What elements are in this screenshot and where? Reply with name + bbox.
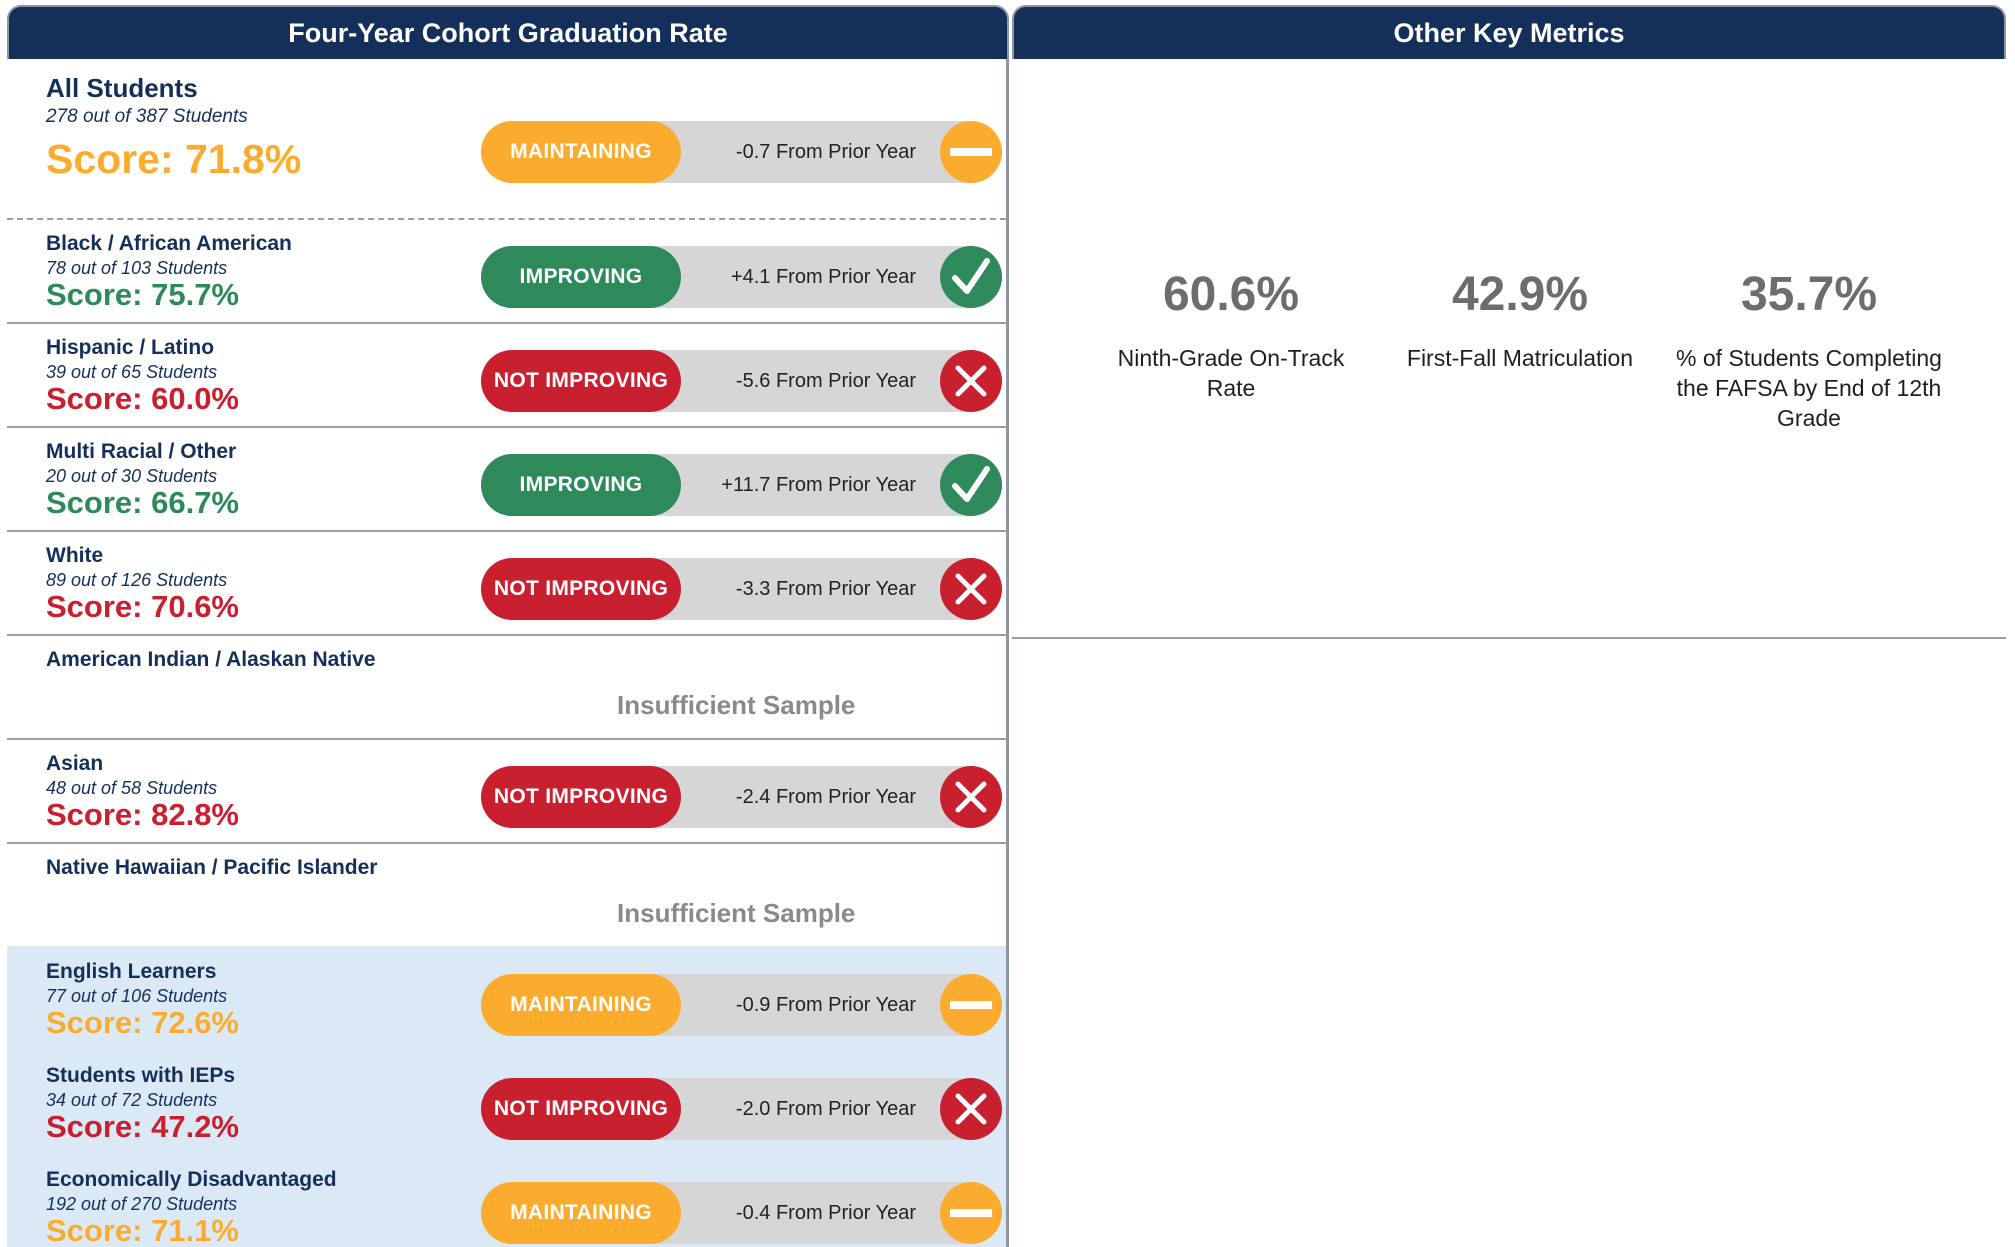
- group-name: All Students: [46, 73, 198, 103]
- insufficient-sample-label: Insufficient Sample: [617, 690, 856, 720]
- x-icon: [940, 558, 1002, 620]
- minus-icon: [940, 974, 1002, 1036]
- graduation-rate-title: Four-Year Cohort Graduation Rate: [288, 17, 728, 48]
- prior-year-change: -0.9 From Prior Year: [735, 994, 916, 1016]
- prior-year-change: -3.3 From Prior Year: [735, 578, 916, 600]
- group-student-count: 78 out of 103 Students: [46, 258, 228, 278]
- x-icon: [940, 766, 1002, 828]
- divider: [1012, 637, 2006, 639]
- group-score: Score: 71.1%: [46, 1213, 239, 1247]
- prior-year-change: -5.6 From Prior Year: [735, 370, 916, 392]
- group-name: Black / African American: [46, 232, 292, 255]
- group-name: White: [46, 544, 104, 567]
- metric-label: % of Students Completing the FAFSA by En…: [1676, 345, 1942, 431]
- status-badge: NOT IMPROVING: [481, 350, 681, 412]
- metric-ninth-grade-on-track: 60.6% Ninth-Grade On-Track Rate: [1091, 267, 1371, 403]
- check-icon: [940, 454, 1002, 516]
- prior-year-change: -0.4 From Prior Year: [735, 1202, 916, 1224]
- graduation-rate-panel: All Students 278 out of 387 Students Score…: [7, 59, 1009, 1247]
- key-metrics-panel: 60.6% Ninth-Grade On-Track Rate 42.9% Fi…: [1012, 59, 2006, 1247]
- group-student-count: 77 out of 106 Students: [46, 986, 228, 1006]
- prior-year-change: -2.4 From Prior Year: [735, 786, 916, 808]
- minus-icon: [940, 1182, 1002, 1244]
- metric-fafsa-completion: 35.7% % of Students Completing the FAFSA…: [1669, 267, 1949, 433]
- key-metrics-header: Other Key Metrics: [1012, 5, 2006, 59]
- status-badge: MAINTAINING: [481, 1182, 681, 1244]
- group-score: Score: 66.7%: [46, 485, 239, 520]
- group-name: Students with IEPs: [46, 1064, 236, 1087]
- group-row: English Learners 77 out of 106 Students Sc…: [7, 946, 1006, 1050]
- status-bar: NOT IMPROVING -2.0 From Prior Year: [481, 1078, 1002, 1140]
- group-score: Score: 47.2%: [46, 1109, 239, 1144]
- group-score: Score: 60.0%: [46, 381, 239, 416]
- status-bar: NOT IMPROVING -5.6 From Prior Year: [481, 350, 1002, 412]
- group-name: Multi Racial / Other: [46, 440, 237, 463]
- status-bar: IMPROVING +11.7 From Prior Year: [481, 454, 1002, 516]
- group-name: English Learners: [46, 960, 217, 983]
- check-icon: [940, 246, 1002, 308]
- minus-icon: [940, 121, 1002, 183]
- status-badge: NOT IMPROVING: [481, 558, 681, 620]
- status-badge: MAINTAINING: [481, 121, 681, 183]
- prior-year-change: -2.0 From Prior Year: [735, 1098, 916, 1120]
- status-badge: MAINTAINING: [481, 974, 681, 1036]
- status-bar: NOT IMPROVING -3.3 From Prior Year: [481, 558, 1002, 620]
- group-student-count: 20 out of 30 Students: [46, 466, 218, 486]
- group-name: Asian: [46, 752, 104, 775]
- key-metrics-title: Other Key Metrics: [1393, 17, 1625, 48]
- group-score: Score: 82.8%: [46, 797, 239, 832]
- metric-value: 42.9%: [1451, 268, 1589, 321]
- group-name: Hispanic / Latino: [46, 336, 215, 359]
- metric-value: 60.6%: [1162, 268, 1300, 321]
- group-student-count: 89 out of 126 Students: [46, 570, 228, 590]
- graduation-rate-header: Four-Year Cohort Graduation Rate: [7, 5, 1009, 59]
- group-name: Economically Disadvantaged: [46, 1168, 337, 1191]
- status-badge: IMPROVING: [481, 454, 681, 516]
- x-icon: [940, 350, 1002, 412]
- status-badge: IMPROVING: [481, 246, 681, 308]
- group-score: Score: 72.6%: [46, 1005, 239, 1040]
- metric-first-fall-matriculation: 42.9% First-Fall Matriculation: [1380, 267, 1660, 373]
- group-row: Students with IEPs 34 out of 72 Students S…: [7, 1050, 1006, 1154]
- status-bar: MAINTAINING -0.9 From Prior Year: [481, 974, 1002, 1036]
- metric-label: First-Fall Matriculation: [1406, 345, 1634, 371]
- prior-year-change: +4.1 From Prior Year: [730, 266, 916, 288]
- group-row: Native Hawaiian / Pacific Islander Insuff…: [7, 842, 1006, 946]
- metric-label: Ninth-Grade On-Track Rate: [1117, 345, 1345, 401]
- group-row: Hispanic / Latino 39 out of 65 Students Sc…: [7, 322, 1006, 426]
- group-row: White 89 out of 126 Students Score: 70.6% N…: [7, 530, 1006, 634]
- group-row: Black / African American 78 out of 103 St…: [7, 218, 1006, 322]
- status-badge: NOT IMPROVING: [481, 766, 681, 828]
- group-student-count: 34 out of 72 Students: [46, 1090, 218, 1110]
- status-bar: IMPROVING +4.1 From Prior Year: [481, 246, 1002, 308]
- status-badge: NOT IMPROVING: [481, 1078, 681, 1140]
- metric-value: 35.7%: [1740, 268, 1878, 321]
- group-row: American Indian / Alaskan Native Insuffic…: [7, 634, 1006, 738]
- group-score: Score: 75.7%: [46, 277, 239, 312]
- status-bar: MAINTAINING -0.4 From Prior Year: [481, 1182, 1002, 1244]
- insufficient-sample-label: Insufficient Sample: [617, 898, 856, 928]
- status-bar: NOT IMPROVING -2.4 From Prior Year: [481, 766, 1002, 828]
- group-name: American Indian / Alaskan Native: [46, 648, 376, 671]
- group-student-count: 48 out of 58 Students: [46, 778, 218, 798]
- group-row: Economically Disadvantaged 192 out of 270…: [7, 1154, 1006, 1247]
- status-bar: MAINTAINING -0.7 From Prior Year: [481, 121, 1002, 183]
- group-score: Score: 71.8%: [46, 136, 302, 182]
- group-student-count: 192 out of 270 Students: [46, 1194, 238, 1214]
- x-icon: [940, 1078, 1002, 1140]
- prior-year-change: +11.7 From Prior Year: [721, 474, 916, 496]
- group-score: Score: 70.6%: [46, 589, 239, 624]
- group-row: All Students 278 out of 387 Students Score…: [7, 59, 1006, 218]
- group-name: Native Hawaiian / Pacific Islander: [46, 856, 378, 879]
- prior-year-change: -0.7 From Prior Year: [735, 141, 916, 163]
- group-row: Multi Racial / Other 20 out of 30 Student…: [7, 426, 1006, 530]
- group-row: Asian 48 out of 58 Students Score: 82.8% NO…: [7, 738, 1006, 842]
- group-student-count: 39 out of 65 Students: [46, 362, 218, 382]
- group-student-count: 278 out of 387 Students: [46, 106, 248, 127]
